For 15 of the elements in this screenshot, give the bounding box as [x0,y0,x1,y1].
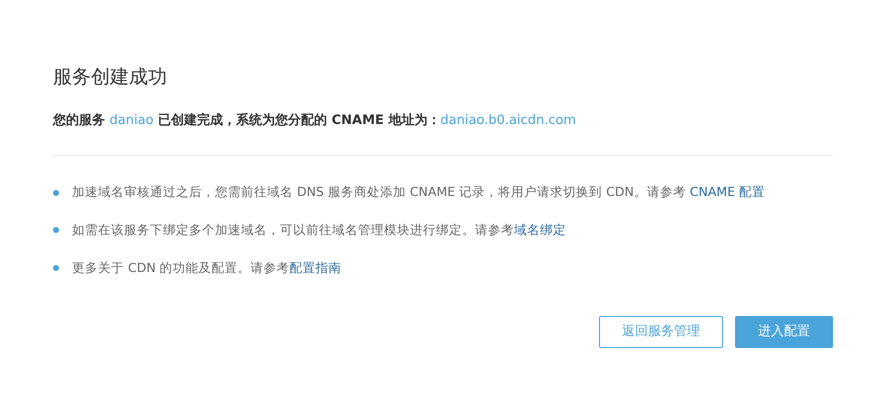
bullet-icon [53,227,59,234]
cdn-address-link[interactable]: daniao.b0.aicdn.com [440,112,576,128]
bullet-icon [53,190,59,196]
page-title: 服务创建成功 [53,66,168,89]
tip-text: 更多关于 CDN 的功能及配置。请参考配置指南 [72,258,342,277]
enter-config-button[interactable]: 进入配置 [735,316,833,348]
service-name-link[interactable]: daniao [110,112,154,128]
tip-text: 加速域名审核通过之后，您需前往域名 DNS 服务商处添加 CNAME 记录，将用户请求切换到 CDN。请参考 CNAME 配置 [72,183,766,202]
back-button[interactable]: 返回服务管理 [599,316,723,348]
bullet-icon [53,265,59,272]
tip-text: 如需在该服务下绑定多个加速域名，可以前往域名管理模块进行绑定。请参考域名绑定 [72,221,566,240]
help-link[interactable]: CNAME 配置 [690,184,766,200]
summary-text: 您的服务 daniao 已创建完成，系统为您分配的 CNAME 地址为：daniao.b0.aicdn.com [53,112,578,130]
help-link[interactable]: 配置指南 [290,260,342,275]
help-link[interactable]: 域名绑定 [514,222,566,238]
